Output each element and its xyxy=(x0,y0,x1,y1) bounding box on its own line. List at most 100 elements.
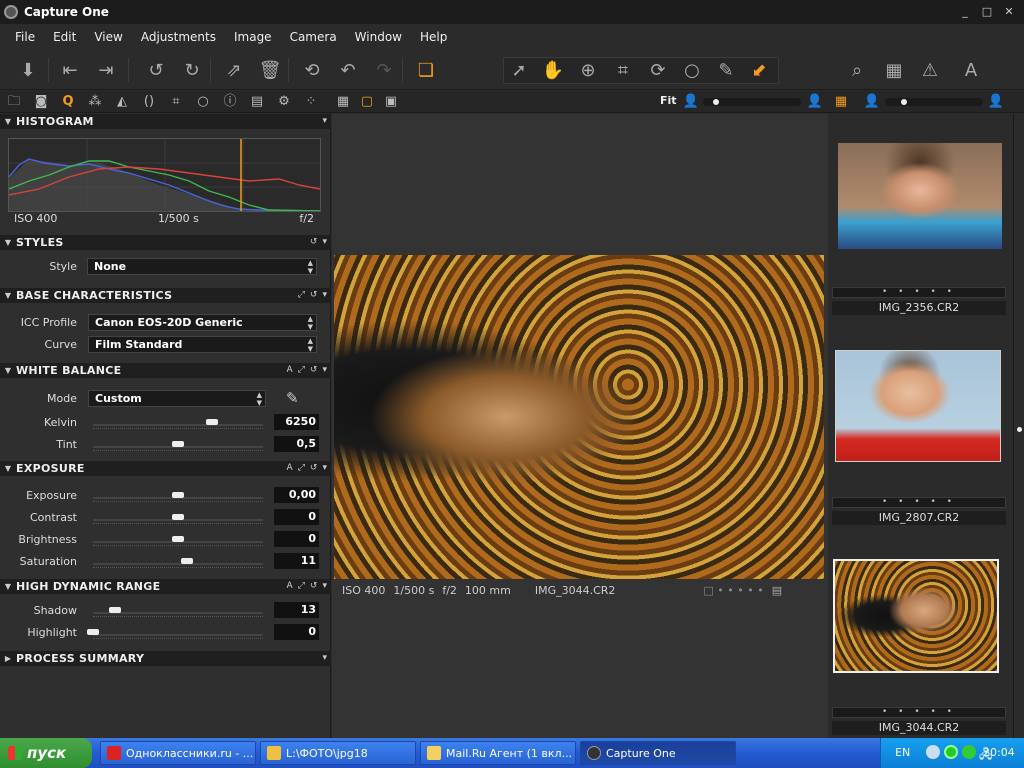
expand-icon[interactable]: ⤢ xyxy=(298,579,305,594)
saturation-value[interactable]: 11 xyxy=(274,553,319,569)
style-select[interactable]: None ▲ ▼ xyxy=(87,258,317,275)
menu-camera[interactable]: Camera xyxy=(281,30,346,44)
auto-icon[interactable]: A xyxy=(287,579,293,594)
reset-icon[interactable]: ⟲ xyxy=(298,56,326,84)
taskbar-item-capture-one[interactable]: Capture One xyxy=(580,741,736,765)
redo-icon[interactable]: ↷ xyxy=(370,56,398,84)
highlight-slider-handle[interactable] xyxy=(87,629,99,635)
taskbar-item-odnoklassniki[interactable]: Одноклассники.ru - ... xyxy=(100,741,256,765)
close-button[interactable]: ✕ xyxy=(1000,4,1018,19)
menu-chevron-icon[interactable]: ▾ xyxy=(322,114,327,129)
capture-tab-icon[interactable]: ◙ xyxy=(32,93,50,111)
thumbnail-selected[interactable] xyxy=(833,559,999,673)
icc-profile-select[interactable]: Canon EOS-20D Generic ▲ ▼ xyxy=(88,314,317,331)
expand-icon[interactable]: ⤢ xyxy=(298,461,305,476)
thumbnail-rating-bar[interactable]: • • • • • xyxy=(832,497,1006,508)
kelvin-value[interactable]: 6250 xyxy=(274,414,319,430)
lens-tab-icon[interactable]: () xyxy=(140,93,158,111)
highlight-slider[interactable] xyxy=(93,634,263,636)
crop-icon[interactable]: ⌗ xyxy=(609,56,637,84)
search-icon[interactable]: ⌕ xyxy=(843,56,871,84)
color-picker-icon[interactable]: ✎ xyxy=(712,56,740,84)
brightness-slider-handle[interactable] xyxy=(172,536,184,542)
library-tab-icon[interactable]: 🗀 xyxy=(5,93,23,111)
spot-removal-icon[interactable]: ○ xyxy=(678,56,706,84)
shadow-slider-handle[interactable] xyxy=(109,607,122,613)
menu-file[interactable]: File xyxy=(6,30,44,44)
language-indicator[interactable]: EN xyxy=(895,746,910,759)
exposure-tab-icon[interactable]: ◭ xyxy=(113,93,131,111)
menu-chevron-icon[interactable]: ▾ xyxy=(322,235,327,250)
clock[interactable]: 20:04 xyxy=(983,746,1015,759)
auto-icon[interactable]: A xyxy=(287,363,293,378)
details-tab-icon[interactable]: ○ xyxy=(194,93,212,111)
saturation-slider[interactable] xyxy=(93,563,263,565)
browser-grid-icon[interactable]: ▦ xyxy=(832,93,850,111)
image-viewer[interactable]: ISO 400 1/500 s f/2 100 mm IMG_3044.CR2 … xyxy=(332,114,828,738)
color-tab-icon[interactable]: ⁂ xyxy=(86,93,104,111)
exposure-value[interactable]: 0,00 xyxy=(274,487,319,503)
menu-image[interactable]: Image xyxy=(225,30,281,44)
saturation-slider-handle[interactable] xyxy=(180,558,193,564)
thumbnail-size-slider[interactable] xyxy=(885,98,983,106)
previous-icon[interactable]: ⇤ xyxy=(56,56,84,84)
antivirus-icon[interactable] xyxy=(962,745,976,759)
histogram-header[interactable]: ▼ HISTOGRAM ▾ xyxy=(0,114,331,129)
menu-chevron-icon[interactable]: ▾ xyxy=(322,288,327,303)
icq-icon[interactable] xyxy=(944,745,958,759)
white-balance-header[interactable]: ▼ WHITE BALANCE A ⤢ ↺ ▾ xyxy=(0,363,331,378)
next-icon[interactable]: ⇥ xyxy=(92,56,120,84)
shadow-value[interactable]: 13 xyxy=(274,602,319,618)
highlight-value[interactable]: 0 xyxy=(274,624,319,640)
pan-hand-icon[interactable]: ✋ xyxy=(539,56,567,84)
thumbnail-rating-bar[interactable]: • • • • • xyxy=(832,287,1006,298)
undo-icon[interactable]: ↶ xyxy=(334,56,362,84)
quick-tab-icon[interactable]: Q xyxy=(59,93,77,111)
single-view-icon[interactable]: ▢ xyxy=(358,93,376,111)
menu-help[interactable]: Help xyxy=(411,30,456,44)
multi-view-icon[interactable]: ❏ xyxy=(412,56,440,84)
menu-view[interactable]: View xyxy=(85,30,131,44)
menu-chevron-icon[interactable]: ▾ xyxy=(322,363,327,378)
exposure-header[interactable]: ▼ EXPOSURE A ⤢ ↺ ▾ xyxy=(0,461,331,476)
menu-window[interactable]: Window xyxy=(346,30,411,44)
rotate-right-icon[interactable]: ↻ xyxy=(178,56,206,84)
taskbar-item-mail-agent[interactable]: Mail.Ru Агент (1 вкл... xyxy=(420,741,576,765)
reset-icon[interactable]: ↺ xyxy=(310,461,318,476)
warning-icon[interactable]: ⚠ xyxy=(916,56,944,84)
adjustments-tab-icon[interactable]: ⁘ xyxy=(302,93,320,111)
maximize-button[interactable]: □ xyxy=(978,4,996,19)
reset-icon[interactable]: ↺ xyxy=(310,363,318,378)
back-arrow-icon[interactable] xyxy=(926,745,940,759)
menu-edit[interactable]: Edit xyxy=(44,30,85,44)
thumbnail[interactable] xyxy=(837,142,1003,250)
expand-icon[interactable]: ⤢ xyxy=(298,363,305,378)
eyedropper-icon[interactable]: ✎ xyxy=(286,389,299,407)
select-cursor-icon[interactable]: ➚ xyxy=(505,56,533,84)
styles-header[interactable]: ▼ STYLES ↺ ▾ xyxy=(0,235,331,250)
process-summary-header[interactable]: ▶ PROCESS SUMMARY ▾ xyxy=(0,651,331,666)
exposure-slider-handle[interactable] xyxy=(172,492,184,498)
wb-mode-select[interactable]: Custom ▲ ▼ xyxy=(88,390,266,407)
font-icon[interactable]: A xyxy=(957,56,985,84)
minimize-button[interactable]: _ xyxy=(956,4,974,19)
hdr-header[interactable]: ▼ HIGH DYNAMIC RANGE A ⤢ ↺ ▾ xyxy=(0,579,331,594)
menu-adjustments[interactable]: Adjustments xyxy=(132,30,225,44)
metadata-icon[interactable]: ▤ xyxy=(772,584,782,597)
thumbnail-rating-bar[interactable]: • • • • • xyxy=(832,707,1006,718)
base-characteristics-header[interactable]: ▼ BASE CHARACTERISTICS ⤢ ↺ ▾ xyxy=(0,288,331,303)
tint-slider-handle[interactable] xyxy=(172,441,184,447)
rating-dots[interactable]: □ • • • • • xyxy=(703,584,763,597)
move-to-folder-icon[interactable]: ⇗ xyxy=(220,56,248,84)
curve-select[interactable]: Film Standard ▲ ▼ xyxy=(88,336,317,353)
fit-label[interactable]: Fit xyxy=(660,94,677,107)
brightness-value[interactable]: 0 xyxy=(274,531,319,547)
auto-icon[interactable]: A xyxy=(287,461,293,476)
reset-icon[interactable]: ↺ xyxy=(310,579,318,594)
contrast-slider-handle[interactable] xyxy=(172,514,184,520)
main-photo[interactable] xyxy=(334,255,824,579)
kelvin-slider-handle[interactable] xyxy=(206,419,218,425)
menu-chevron-icon[interactable]: ▾ xyxy=(322,651,327,666)
grid-icon[interactable]: ▦ xyxy=(880,56,908,84)
viewer-zoom-slider[interactable] xyxy=(703,98,801,106)
